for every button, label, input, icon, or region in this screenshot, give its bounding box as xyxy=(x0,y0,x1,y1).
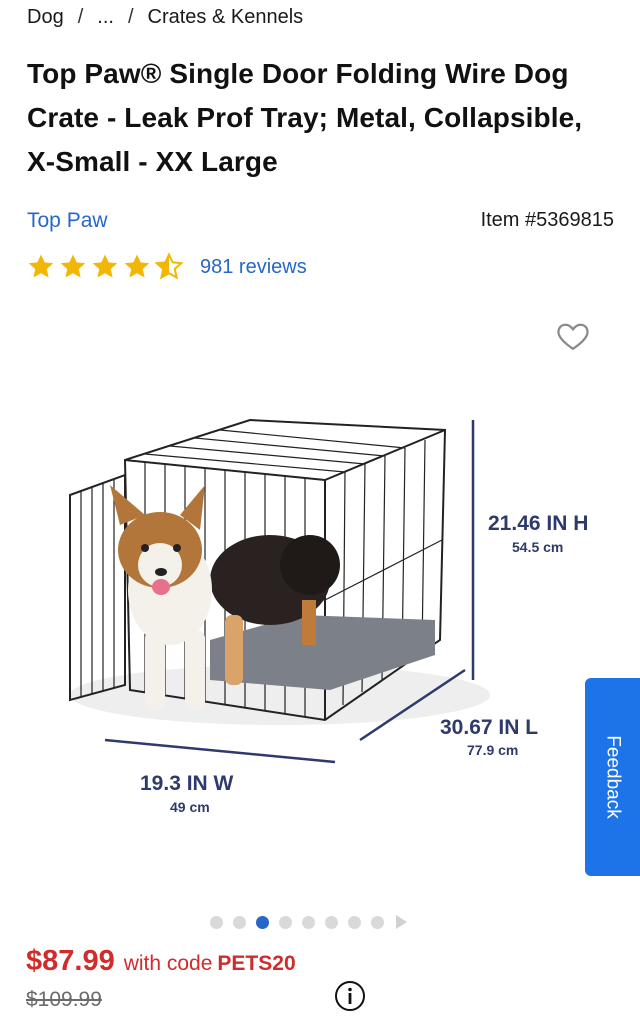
info-icon[interactable] xyxy=(334,980,366,1012)
width-dimension-cm: 49 cm xyxy=(170,799,210,815)
star-rating xyxy=(26,252,184,282)
image-carousel-dots[interactable] xyxy=(210,915,407,929)
half-star-icon xyxy=(154,252,184,280)
breadcrumb-separator: / xyxy=(127,6,134,28)
carousel-dot[interactable] xyxy=(279,915,292,929)
item-number: Item #5369815 xyxy=(480,209,614,231)
height-dimension-label: 21.46 IN H xyxy=(488,512,588,535)
carousel-dot[interactable] xyxy=(348,915,361,929)
chevron-right-icon[interactable] xyxy=(396,915,407,929)
breadcrumb-separator: / xyxy=(77,6,84,28)
feedback-label: Feedback xyxy=(602,735,624,819)
carousel-dot[interactable] xyxy=(233,915,246,929)
breadcrumb-item-crates[interactable]: Crates & Kennels xyxy=(148,6,304,29)
with-code-label: with code xyxy=(123,952,213,975)
breadcrumb: Dog / ... / Crates & Kennels xyxy=(27,6,303,29)
star-icon xyxy=(124,254,150,278)
brand-link[interactable]: Top Paw xyxy=(27,209,108,233)
promo-text: with code PETS20 xyxy=(124,952,296,976)
star-icon xyxy=(60,254,86,278)
carousel-dot[interactable] xyxy=(210,915,223,929)
breadcrumb-item-ellipsis[interactable]: ... xyxy=(97,6,114,29)
feedback-tab[interactable]: Feedback xyxy=(585,678,640,876)
original-price: $109.99 xyxy=(26,988,102,1011)
carousel-dot[interactable] xyxy=(325,915,338,929)
star-icon xyxy=(28,254,54,278)
carousel-dot-active[interactable] xyxy=(256,915,269,929)
height-dimension-cm: 54.5 cm xyxy=(512,539,563,555)
breadcrumb-item-dog[interactable]: Dog xyxy=(27,6,64,29)
carousel-dot[interactable] xyxy=(371,915,384,929)
rating-summary[interactable]: 981 reviews xyxy=(26,252,307,282)
product-title: Top Paw® Single Door Folding Wire Dog Cr… xyxy=(27,58,583,177)
length-dimension-cm: 77.9 cm xyxy=(467,742,518,758)
product-image[interactable]: 21.46 IN H 54.5 cm 30.67 IN L 77.9 cm 19… xyxy=(40,400,600,840)
carousel-dot[interactable] xyxy=(302,915,315,929)
length-dimension-label: 30.67 IN L xyxy=(440,716,538,739)
reviews-link[interactable]: 981 reviews xyxy=(200,256,307,279)
width-dimension-label: 19.3 IN W xyxy=(140,772,234,795)
heart-icon[interactable] xyxy=(555,318,591,354)
star-icon xyxy=(92,254,118,278)
promo-code: PETS20 xyxy=(217,952,296,975)
price-row: $87.99 with code PETS20 xyxy=(26,945,296,978)
sale-price: $87.99 xyxy=(26,945,115,977)
